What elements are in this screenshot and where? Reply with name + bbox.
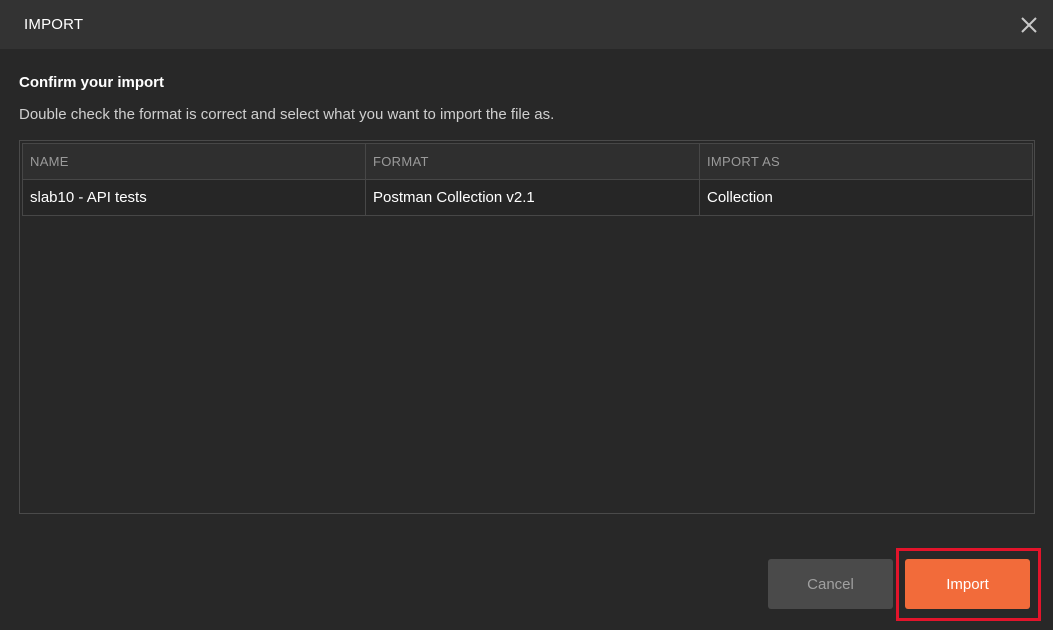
import-table: NAME FORMAT IMPORT AS slab10 - API tests… xyxy=(22,143,1033,216)
dialog-header: IMPORT xyxy=(0,0,1053,49)
close-button[interactable] xyxy=(1016,12,1042,38)
import-table-container: NAME FORMAT IMPORT AS slab10 - API tests… xyxy=(19,140,1035,514)
cell-name: slab10 - API tests xyxy=(23,180,366,215)
column-header-name: NAME xyxy=(23,144,366,179)
import-button[interactable]: Import xyxy=(905,559,1030,609)
cancel-button[interactable]: Cancel xyxy=(768,559,893,609)
close-icon xyxy=(1021,17,1037,33)
dialog-title: IMPORT xyxy=(24,16,84,33)
confirm-title: Confirm your import xyxy=(19,74,164,91)
cell-import-as[interactable]: Collection xyxy=(700,180,1032,215)
column-header-import-as: IMPORT AS xyxy=(707,154,781,169)
table-row[interactable]: slab10 - API tests Postman Collection v2… xyxy=(22,180,1033,216)
column-header-format: FORMAT xyxy=(366,144,700,179)
table-header: NAME FORMAT IMPORT AS xyxy=(22,143,1033,180)
confirm-subtitle: Double check the format is correct and s… xyxy=(19,106,555,123)
cell-format[interactable]: Postman Collection v2.1 xyxy=(366,180,700,215)
